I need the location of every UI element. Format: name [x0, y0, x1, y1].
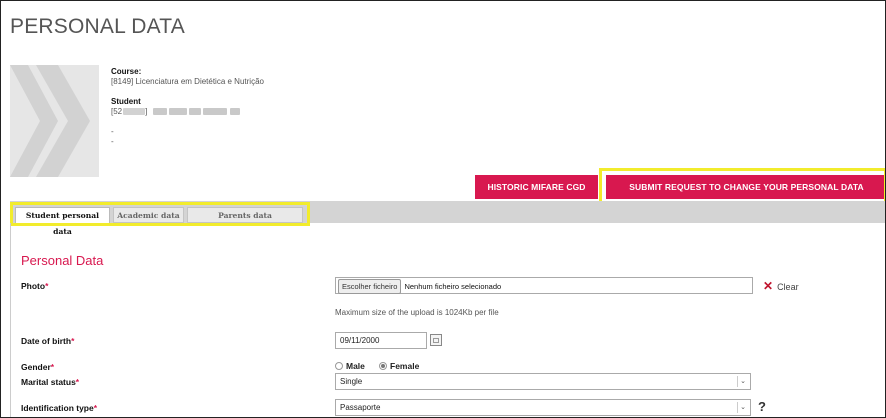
gender-male-radio[interactable]: Male — [335, 361, 365, 371]
upload-hint: Maximum size of the upload is 1024Kb per… — [335, 308, 499, 317]
choose-file-button[interactable]: Escolher ficheiro — [338, 279, 402, 294]
photo-label: Photo* — [21, 281, 49, 291]
submit-change-request-button[interactable]: SUBMIT REQUEST TO CHANGE YOUR PERSONAL D… — [606, 175, 885, 199]
gender-female-radio[interactable]: Female — [379, 361, 419, 371]
radio-icon — [335, 362, 343, 370]
tab-parents-data[interactable]: Parents data — [187, 207, 303, 223]
student-info: Course: [8149] Licenciatura em Dietética… — [111, 67, 264, 147]
calendar-icon[interactable] — [430, 334, 442, 346]
tab-student-personal-data[interactable]: Student personal data — [15, 207, 110, 236]
clear-photo-button[interactable]: ✕ Clear — [763, 279, 799, 293]
gender-label: Gender* — [21, 362, 55, 372]
radio-selected-icon — [379, 362, 387, 370]
chevron-down-icon: ⌄ — [737, 402, 748, 413]
marital-status-select[interactable]: Single ⌄ — [335, 373, 751, 390]
student-detail-2: - — [111, 137, 114, 146]
student-label: Student — [111, 97, 141, 106]
chevron-down-icon: ⌄ — [737, 376, 748, 387]
tab-academic-data[interactable]: Academic data — [113, 207, 184, 223]
identification-type-select[interactable]: Passaporte ⌄ — [335, 399, 751, 416]
photo-file-input[interactable]: Escolher ficheiro Nenhum ficheiro selecio… — [335, 277, 753, 294]
marital-status-label: Marital status* — [21, 377, 80, 387]
help-icon[interactable]: ? — [758, 399, 766, 414]
student-detail-1: - — [111, 127, 114, 136]
page-frame: PERSONAL DATA Course: [8149] Licenciatur… — [0, 0, 886, 418]
page-title: PERSONAL DATA — [10, 15, 185, 38]
identification-type-label: Identification type* — [21, 403, 98, 413]
course-label: Course: — [111, 67, 142, 76]
close-icon: ✕ — [763, 279, 774, 293]
dob-label: Date of birth* — [21, 336, 75, 346]
dob-input[interactable]: 09/11/2000 — [335, 332, 427, 349]
course-banner-image — [10, 65, 99, 177]
course-value: [8149] Licenciatura em Dietética e Nutri… — [111, 77, 264, 86]
student-id: [52] — [111, 107, 264, 117]
historic-mifare-button[interactable]: HISTORIC MIFARE CGD — [475, 175, 598, 199]
file-status: Nenhum ficheiro selecionado — [404, 282, 502, 291]
section-title: Personal Data — [21, 253, 104, 268]
